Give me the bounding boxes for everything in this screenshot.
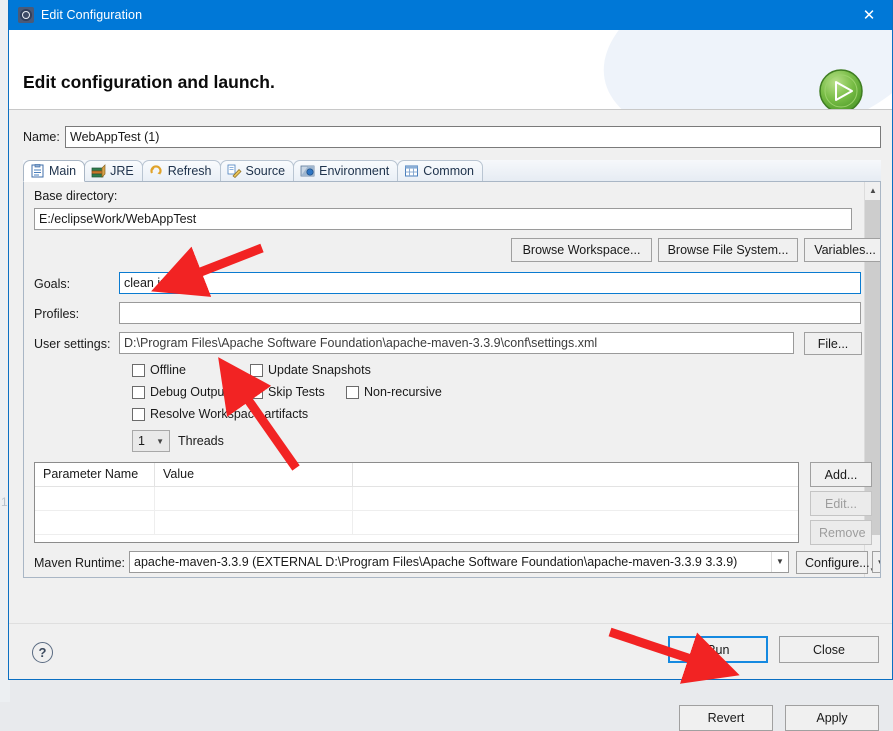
table-row[interactable] (35, 511, 798, 535)
checkbox-debug-output[interactable]: Debug Output (132, 385, 228, 399)
tab-refresh[interactable]: Refresh (141, 160, 221, 181)
profiles-label: Profiles: (34, 307, 80, 321)
tab-source[interactable]: Source (219, 160, 295, 181)
tab-jre[interactable]: JRE (84, 160, 143, 181)
background-edge-number: 1 (1, 495, 8, 509)
dialog-banner: Edit configuration and launch. (9, 30, 892, 110)
column-value[interactable]: Value (155, 463, 353, 486)
chevron-down-icon[interactable]: ▼ (771, 552, 788, 572)
non-recursive-label[interactable]: Non-recursive (364, 385, 442, 399)
threads-label: Threads (178, 434, 224, 448)
variables-button[interactable]: Variables... (804, 238, 880, 262)
parameters-table-header: Parameter Name Value (35, 463, 798, 487)
non-recursive-checkbox-box[interactable] (346, 385, 359, 399)
browse-file-system-button[interactable]: Browse File System... (658, 238, 798, 262)
table-cell (353, 511, 798, 534)
dialog-action-buttons: Run Close (668, 636, 879, 663)
skip-tests-checkbox-box[interactable] (250, 385, 263, 399)
dialog-body: Name: Main (9, 110, 892, 731)
debug-output-label[interactable]: Debug Output (150, 385, 228, 399)
profiles-input[interactable] (119, 302, 861, 324)
window-titlebar: Edit Configuration ✕ (9, 0, 892, 30)
tab-jre-label: JRE (110, 164, 134, 178)
tab-folder: Main JRE Refresh Source Environment Comm… (23, 160, 881, 578)
common-table-icon (404, 164, 419, 178)
parameters-table[interactable]: Parameter Name Value (34, 462, 799, 543)
edit-parameter-button: Edit... (810, 491, 872, 516)
update-snapshots-label[interactable]: Update Snapshots (268, 363, 371, 377)
edit-configuration-dialog: Edit Configuration ✕ Edit configuration … (8, 0, 893, 731)
maven-runtime-combo[interactable]: apache-maven-3.3.9 (EXTERNAL D:\Program … (129, 551, 789, 573)
goals-label: Goals: (34, 277, 71, 291)
maven-runtime-extra-caret-icon[interactable]: ▼ (872, 551, 880, 573)
threads-value: 1 (138, 434, 145, 448)
run-button[interactable]: Run (668, 636, 768, 663)
checkbox-offline[interactable]: Offline (132, 363, 186, 377)
apply-revert-row: Revert Apply (679, 705, 879, 731)
close-icon[interactable]: ✕ (846, 0, 892, 30)
tab-common-label: Common (423, 164, 475, 178)
tab-strip: Main JRE Refresh Source Environment Comm… (23, 160, 881, 182)
maven-runtime-label: Maven Runtime: (34, 556, 126, 570)
tab-panel-main: ▲ ▼ Base directory: Browse Workspace... … (23, 182, 881, 578)
dialog-bottom-bar: ? Run Close (9, 623, 892, 679)
checkbox-non-recursive[interactable]: Non-recursive (346, 385, 442, 399)
window-title: Edit Configuration (41, 8, 143, 22)
user-settings-file-button[interactable]: File... (804, 332, 862, 355)
threads-spinner[interactable]: 1 ▼ (132, 430, 170, 452)
table-cell (155, 511, 353, 534)
checkbox-resolve-workspace-artifacts[interactable]: Resolve Workspace artifacts (132, 407, 308, 421)
books-icon (91, 164, 106, 178)
debug-output-checkbox-box[interactable] (132, 385, 145, 399)
resolve-workspace-artifacts-label[interactable]: Resolve Workspace artifacts (150, 407, 308, 421)
table-cell (35, 511, 155, 534)
run-play-icon (817, 67, 865, 109)
base-directory-input[interactable] (34, 208, 852, 230)
tab-environment-label: Environment (319, 164, 390, 178)
table-row[interactable] (35, 487, 798, 511)
help-question-icon[interactable]: ? (32, 642, 53, 663)
checkbox-skip-tests[interactable]: Skip Tests (250, 385, 325, 399)
update-snapshots-checkbox-box[interactable] (250, 363, 263, 377)
add-parameter-button[interactable]: Add... (810, 462, 872, 487)
tab-main[interactable]: Main (23, 160, 86, 182)
user-settings-label: User settings: (34, 337, 111, 351)
scroll-up-icon[interactable]: ▲ (865, 182, 880, 198)
name-input[interactable] (65, 126, 881, 148)
column-parameter-name[interactable]: Parameter Name (35, 463, 155, 486)
remove-parameter-button: Remove (810, 520, 872, 545)
name-row: Name: (23, 126, 881, 148)
base-directory-label: Base directory: (34, 189, 118, 203)
refresh-icon (149, 164, 164, 178)
tab-source-label: Source (245, 164, 286, 178)
chevron-down-icon[interactable]: ▼ (156, 437, 169, 446)
apply-button[interactable]: Apply (785, 705, 879, 731)
offline-checkbox-box[interactable] (132, 363, 145, 377)
name-label: Name: (23, 130, 60, 144)
checkbox-update-snapshots[interactable]: Update Snapshots (250, 363, 371, 377)
gear-icon (18, 7, 34, 23)
skip-tests-label[interactable]: Skip Tests (268, 385, 325, 399)
close-button[interactable]: Close (779, 636, 879, 663)
offline-label[interactable]: Offline (150, 363, 186, 377)
source-pencil-icon (227, 164, 242, 178)
tab-main-label: Main (49, 164, 77, 178)
browse-workspace-button[interactable]: Browse Workspace... (511, 238, 652, 262)
table-cell (35, 487, 155, 510)
configure-maven-runtime-button[interactable]: Configure... (796, 551, 870, 574)
column-filler (353, 463, 798, 486)
table-cell (155, 487, 353, 510)
page-title: Edit configuration and launch. (23, 72, 275, 92)
revert-button[interactable]: Revert (679, 705, 773, 731)
tab-environment[interactable]: Environment (293, 160, 399, 181)
tab-common[interactable]: Common (397, 160, 484, 181)
user-settings-input[interactable] (119, 332, 794, 354)
goals-input[interactable] (119, 272, 861, 294)
table-cell (353, 487, 798, 510)
tab-refresh-label: Refresh (167, 164, 212, 178)
resolve-workspace-artifacts-checkbox-box[interactable] (132, 407, 145, 421)
environment-icon (300, 164, 315, 178)
maven-runtime-value: apache-maven-3.3.9 (EXTERNAL D:\Program … (134, 555, 738, 569)
clipboard-icon (30, 164, 45, 178)
